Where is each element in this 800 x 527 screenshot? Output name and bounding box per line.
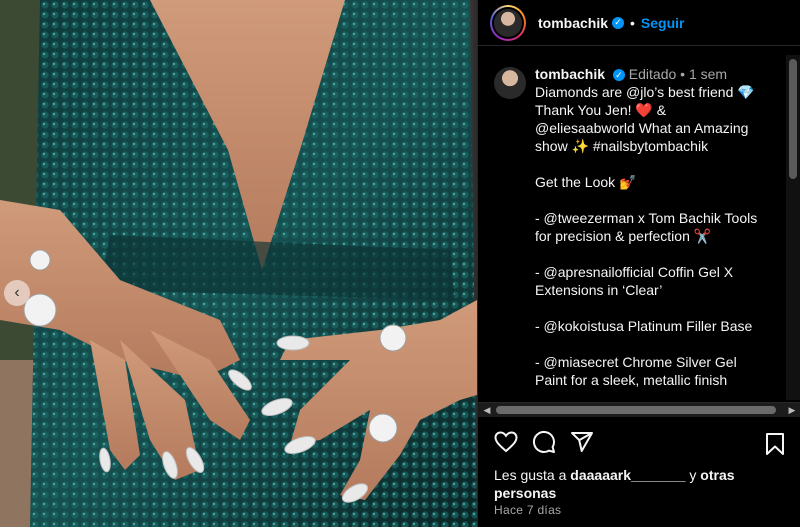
horizontal-scroll-thumb[interactable] [496, 406, 776, 414]
caption-line: @eliesaabworld What an Amazing [535, 120, 749, 136]
caption-line: - @kokoistusa Platinum Filler Base [535, 318, 753, 334]
caption-gap [535, 299, 775, 317]
bookmark-icon[interactable] [764, 432, 786, 461]
caption-line: - @tweezerman x Tom Bachik Tools [535, 210, 758, 226]
edited-label: Editado [628, 66, 677, 82]
chevron-left-icon[interactable]: ‹ [4, 280, 30, 306]
verified-badge-icon: ✓ [612, 16, 625, 29]
caption-line: show ✨ #nailsbytombachik [535, 138, 709, 154]
scroll-right-arrow-icon[interactable]: ▶ [785, 403, 799, 417]
caption-line: Thank You Jen! ❤️ & [535, 102, 667, 118]
meta-separator: • [680, 66, 686, 82]
caption-scroll-area[interactable]: tombachik ✓ Editado • 1 sem Diamonds are… [478, 55, 786, 400]
likes-prefix: Les gusta a [494, 467, 567, 483]
post-timestamp[interactable]: Hace 7 días [494, 503, 561, 517]
likes-summary: Les gusta a daaaaark_______ y otras pers… [494, 466, 784, 502]
post-username[interactable]: tombachik [538, 15, 608, 31]
caption-username[interactable]: tombachik [535, 66, 605, 82]
follow-button[interactable]: Seguir [641, 15, 685, 31]
send-icon[interactable] [570, 430, 594, 459]
caption-gap [535, 245, 775, 263]
likes-and: y [689, 467, 697, 483]
caption-avatar[interactable] [494, 67, 526, 99]
separator: • [630, 14, 635, 31]
heart-icon[interactable] [494, 430, 518, 459]
caption-line: - @miasecret Chrome Silver Gel [535, 354, 737, 370]
caption-row: tombachik ✓ Editado • 1 sem Diamonds are… [478, 55, 786, 389]
caption-line: Get the Look 💅 [535, 174, 637, 190]
profile-picture [494, 8, 522, 37]
comment-icon[interactable] [532, 430, 556, 459]
vertical-scroll-thumb[interactable] [789, 59, 797, 179]
caption-line: Diamonds are @jlo’s best friend 💎 [535, 84, 755, 100]
avatar[interactable] [490, 4, 526, 41]
scroll-left-arrow-icon[interactable]: ◀ [480, 403, 494, 417]
instagram-post-view: ‹ tombachik ✓ • Seguir tombachik ✓ Edita… [0, 0, 800, 527]
vertical-scrollbar[interactable] [786, 55, 800, 400]
horizontal-scrollbar[interactable]: ◀ ▶ [478, 402, 800, 417]
verified-badge-icon: ✓ [612, 69, 625, 82]
caption-gap [535, 335, 775, 353]
caption-line: - @apresnailofficial Coffin Gel X [535, 264, 734, 280]
caption-gap [535, 191, 775, 209]
post-header: tombachik ✓ • Seguir [478, 0, 800, 46]
caption-line: Paint for a sleek, metallic finish [535, 372, 728, 388]
photo-illustration [0, 0, 477, 527]
post-side-panel: tombachik ✓ • Seguir tombachik ✓ Editado… [477, 0, 800, 527]
post-actions [494, 428, 786, 460]
caption-line: for precision & perfection ✂️ [535, 228, 712, 244]
post-photo[interactable]: ‹ [0, 0, 477, 527]
caption-header: tombachik ✓ Editado • 1 sem [535, 65, 775, 83]
likes-user[interactable]: daaaaark_______ [570, 467, 685, 483]
caption-body: tombachik ✓ Editado • 1 sem Diamonds are… [535, 65, 775, 389]
caption-time: 1 sem [688, 66, 728, 82]
caption-gap [535, 155, 775, 173]
caption-line: Extensions in ‘Clear’ [535, 282, 663, 298]
